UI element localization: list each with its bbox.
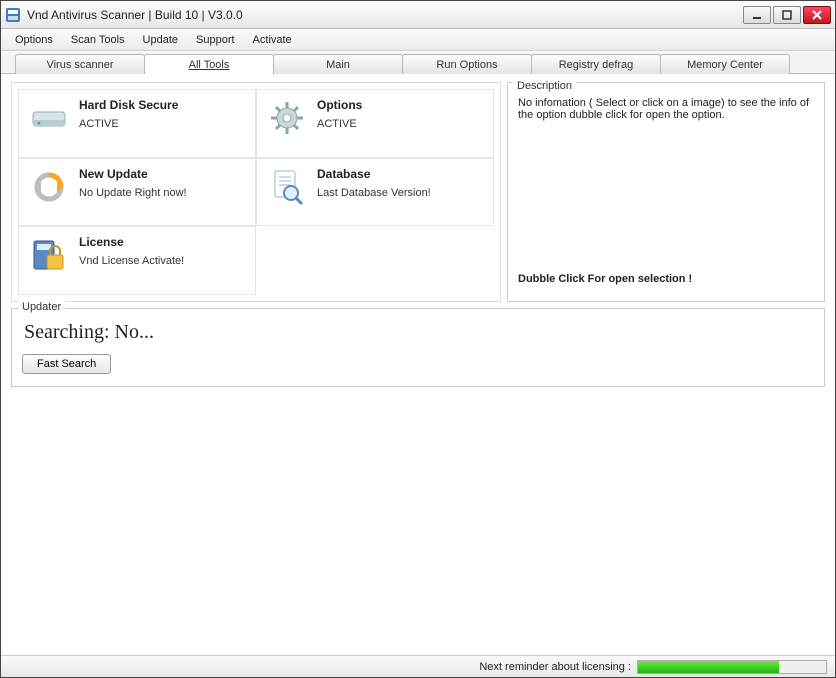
refresh-icon [29,167,69,207]
updater-status: Searching: No... [24,321,814,344]
tool-license[interactable]: License Vnd License Activate! [18,226,256,295]
tool-database[interactable]: Database Last Database Version! [256,158,494,227]
tool-options[interactable]: Options ACTIVE [256,89,494,158]
hard-disk-icon [29,98,69,138]
fast-search-button[interactable]: Fast Search [22,354,111,374]
database-search-icon [267,167,307,207]
description-label: Description [513,80,576,92]
tab-all-tools[interactable]: All Tools [144,54,274,74]
license-lock-icon [29,235,69,275]
menu-scan-tools[interactable]: Scan Tools [63,32,133,48]
tab-registry-defrag[interactable]: Registry defrag [531,54,661,74]
tab-main[interactable]: Main [273,54,403,74]
updater-label: Updater [18,301,65,313]
tool-status: No Update Right now! [79,187,187,199]
minimize-button[interactable] [743,6,771,24]
gear-icon [267,98,307,138]
licensing-progress-fill [638,661,779,673]
tool-status: ACTIVE [79,118,178,130]
menu-options[interactable]: Options [7,32,61,48]
menu-support[interactable]: Support [188,32,243,48]
tool-title: Hard Disk Secure [79,98,178,112]
tools-panel: Hard Disk Secure ACTIVE Options ACTIVE [11,82,501,302]
tool-status: Last Database Version! [317,187,431,199]
tab-run-options[interactable]: Run Options [402,54,532,74]
tool-title: Options [317,98,362,112]
menu-update[interactable]: Update [135,32,186,48]
description-text: No infomation ( Select or click on a ima… [518,97,814,273]
tool-title: New Update [79,167,187,181]
tab-memory-center[interactable]: Memory Center [660,54,790,74]
tab-virus-scanner[interactable]: Virus scanner [15,54,145,74]
tool-title: Database [317,167,431,181]
window-title: Vnd Antivirus Scanner | Build 10 | V3.0.… [27,8,743,22]
tool-new-update[interactable]: New Update No Update Right now! [18,158,256,227]
licensing-progress [637,660,827,674]
tool-status: ACTIVE [317,118,362,130]
menubar: Options Scan Tools Update Support Activa… [1,29,835,51]
close-button[interactable] [803,6,831,24]
statusbar: Next reminder about licensing : [1,655,835,677]
description-panel: Description No infomation ( Select or cl… [507,82,825,302]
tool-status: Vnd License Activate! [79,255,184,267]
reminder-label: Next reminder about licensing : [479,661,631,673]
titlebar: Vnd Antivirus Scanner | Build 10 | V3.0.… [1,1,835,29]
updater-panel: Updater Searching: No... Fast Search [11,308,825,387]
maximize-button[interactable] [773,6,801,24]
description-footer: Dubble Click For open selection ! [518,273,814,285]
tool-hard-disk-secure[interactable]: Hard Disk Secure ACTIVE [18,89,256,158]
tabstrip: Virus scanner All Tools Main Run Options… [1,52,835,74]
menu-activate[interactable]: Activate [245,32,300,48]
app-icon [5,7,21,23]
tool-title: License [79,235,184,249]
